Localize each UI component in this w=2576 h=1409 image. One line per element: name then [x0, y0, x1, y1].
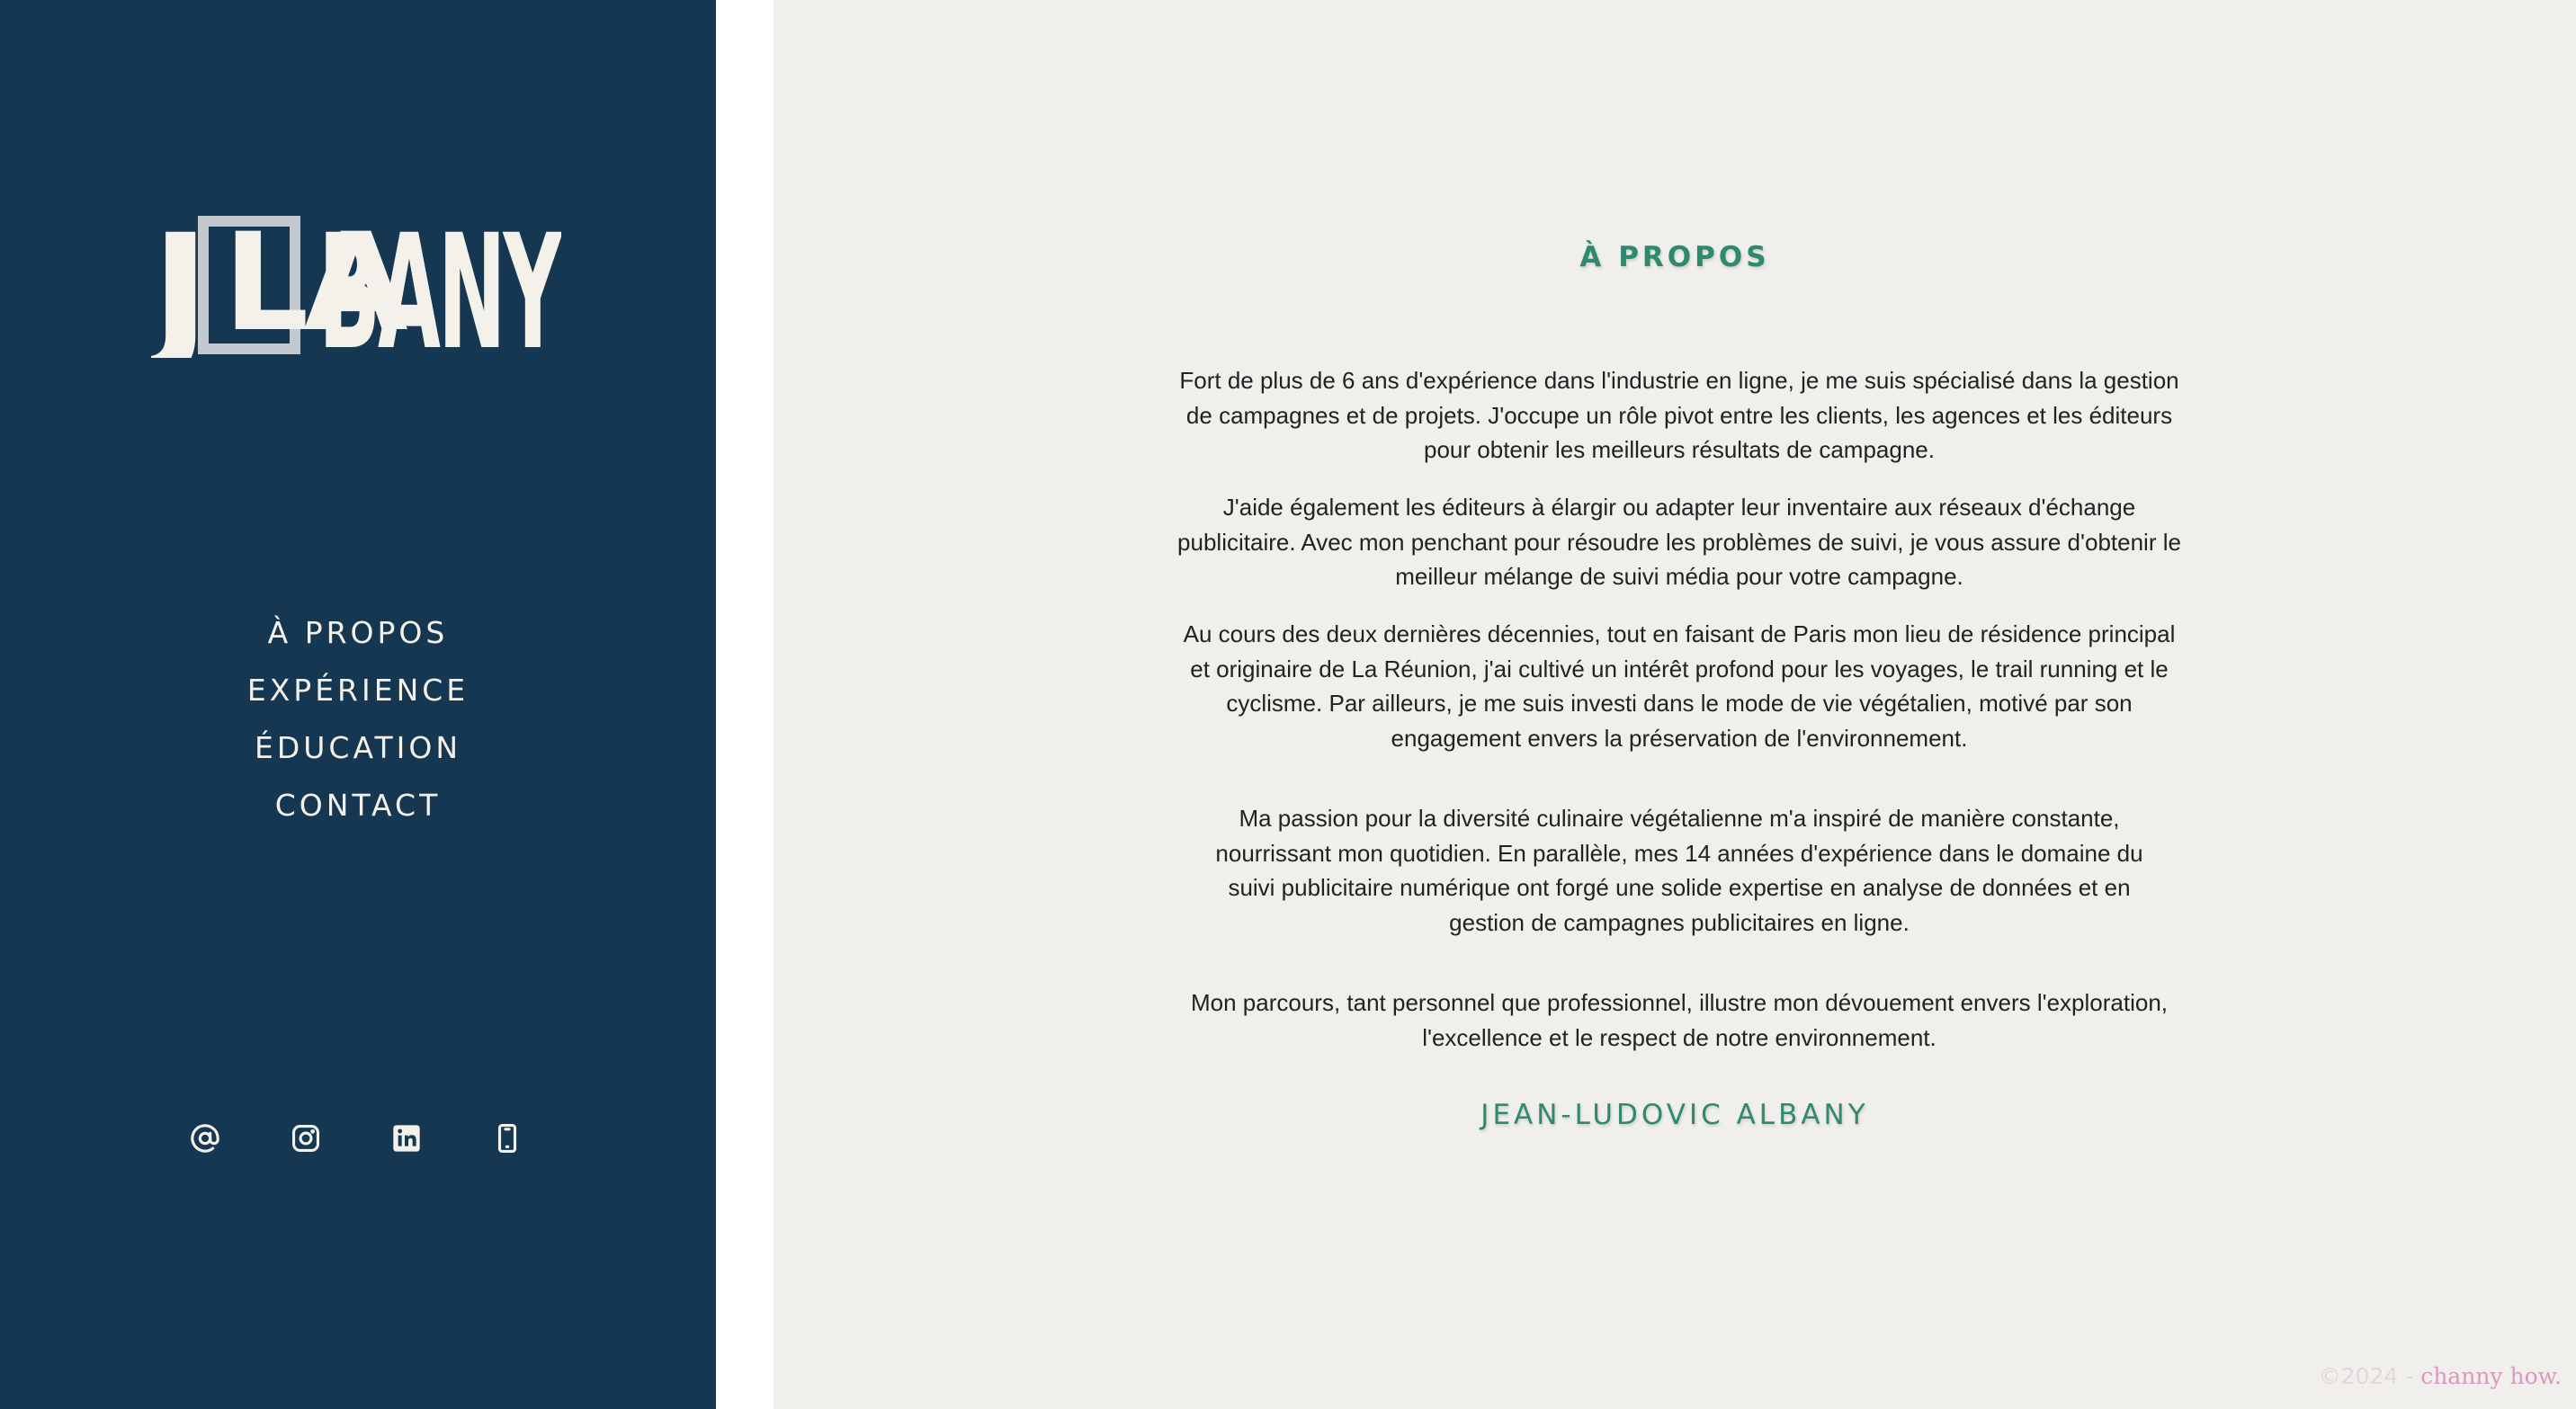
footer-credit: ©2024 - channy how. — [2319, 1363, 2562, 1389]
nav-item-a-propos[interactable]: À PROPOS — [0, 604, 716, 662]
paragraph-line: meilleur mélange de suivi média pour vot… — [1395, 563, 1963, 590]
copyright-text: ©2024 - — [2318, 1363, 2421, 1389]
paragraph-line: de campagnes et de projets. J'occupe un … — [1185, 401, 2173, 429]
paragraph-line: gestion de campagnes publicitaires en li… — [1449, 908, 1910, 936]
page-title: À PROPOS — [1579, 241, 1770, 273]
paragraph-line: suivi publicitaire numérique ont forgé u… — [1228, 874, 2131, 901]
paragraph-1: Fort de plus de 6 ans d'expérience dans … — [1135, 363, 2223, 468]
logo-letter-j: J — [151, 214, 204, 358]
paragraph-line: Ma passion pour la diversité culinaire v… — [1239, 805, 2120, 832]
paragraph-line: pour obtenir les meilleurs résultats de … — [1424, 436, 1935, 463]
sidebar: J LA BANY À PROPOS EXPÉRIENCE ÉDUCATION … — [0, 0, 716, 1409]
at-sign-icon[interactable] — [183, 1117, 227, 1160]
instagram-icon[interactable] — [284, 1117, 327, 1160]
sidebar-nav: À PROPOS EXPÉRIENCE ÉDUCATION CONTACT — [0, 604, 716, 834]
paragraph-line: cyclisme. Par ailleurs, je me suis inves… — [1226, 690, 2133, 717]
logo-letters-rest: BANY — [318, 214, 561, 358]
paragraph-line: engagement envers la préservation de l'e… — [1391, 724, 1968, 752]
paragraph-line: Mon parcours, tant personnel que profess… — [1190, 989, 2169, 1016]
paragraph-line: l'excellence et le respect de notre envi… — [1422, 1023, 1936, 1051]
nav-item-experience[interactable]: EXPÉRIENCE — [0, 662, 716, 719]
paragraph-line: J'aide également les éditeurs à élargir … — [1222, 494, 2136, 521]
paragraph-line: publicitaire. Avec mon penchant pour rés… — [1177, 528, 2181, 556]
linkedin-icon[interactable] — [385, 1117, 428, 1160]
designer-link[interactable]: channy how. — [2420, 1363, 2562, 1389]
paragraph-line: et originaire de La Réunion, j'ai cultiv… — [1190, 655, 2169, 682]
paragraph-line: nourrissant mon quotidien. En parallèle,… — [1215, 839, 2143, 867]
logo-mark: J LA BANY — [151, 214, 561, 358]
paragraph-4: Ma passion pour la diversité culinaire v… — [1135, 801, 2223, 940]
nav-item-education[interactable]: ÉDUCATION — [0, 719, 716, 777]
paragraph-2: J'aide également les éditeurs à élargir … — [1135, 490, 2223, 594]
paragraph-line: Fort de plus de 6 ans d'expérience dans … — [1179, 367, 2179, 394]
social-links — [0, 1117, 716, 1160]
paragraph-3: Au cours des deux dernières décennies, t… — [1135, 617, 2223, 755]
author-signature: JEAN-LUDOVIC ALBANY — [1480, 1099, 1869, 1131]
phone-icon[interactable] — [486, 1117, 529, 1160]
logo[interactable]: J LA BANY — [151, 214, 561, 358]
page-gutter — [716, 0, 774, 1409]
paragraph-5: Mon parcours, tant personnel que profess… — [1135, 985, 2223, 1055]
paragraph-line: Au cours des deux dernières décennies, t… — [1183, 620, 2176, 647]
nav-item-contact[interactable]: CONTACT — [0, 777, 716, 834]
